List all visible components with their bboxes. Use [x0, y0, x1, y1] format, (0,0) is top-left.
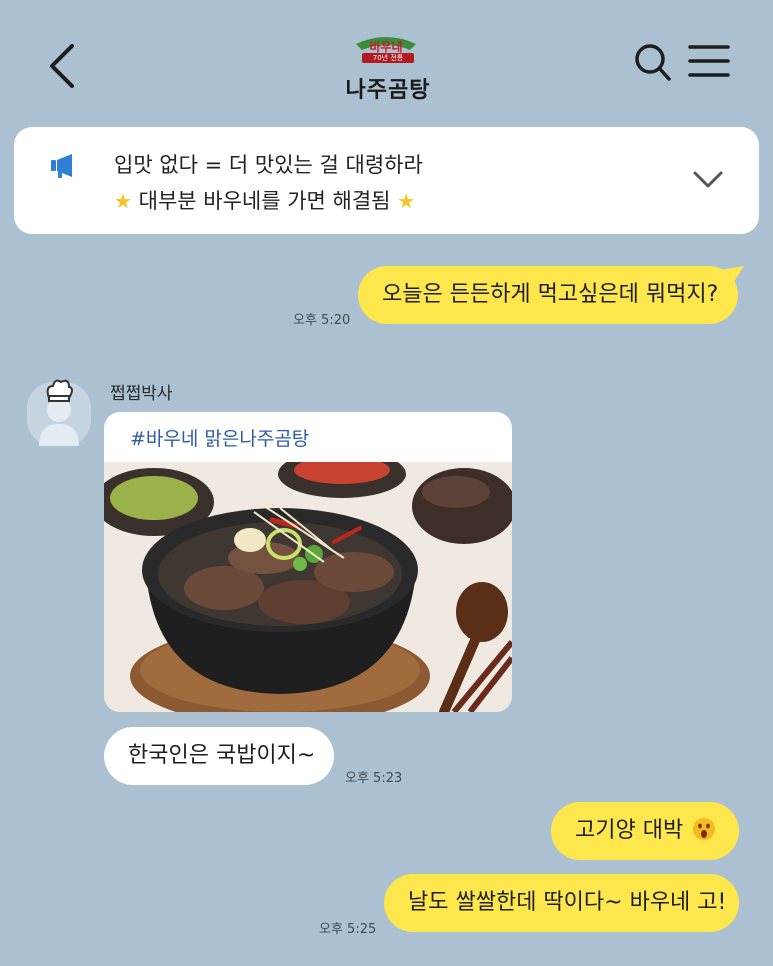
message-time: 오후 5:25	[319, 922, 377, 937]
card-hashtag[interactable]: #바우네 맑은나주곰탕	[130, 424, 309, 451]
message-time: 오후 5:20	[293, 313, 351, 328]
search-button[interactable]	[634, 42, 672, 82]
message-text: 고기양 대박	[575, 818, 684, 843]
search-icon	[635, 44, 671, 81]
logo-badge: 70년 전통	[362, 53, 414, 63]
menu-button[interactable]	[688, 44, 730, 78]
my-message-bubble[interactable]: 고기양 대박	[551, 802, 739, 860]
hamburger-menu-icon	[688, 45, 730, 77]
brand-logo: 바우네 70년 전통 나주곰탕	[336, 34, 440, 103]
notice-line-2: ★ 대부분 바우네를 가면 해결됨 ★	[114, 185, 415, 215]
back-button[interactable]	[44, 42, 84, 90]
avatar[interactable]	[27, 378, 91, 446]
chef-profile-icon	[27, 379, 91, 446]
sender-name: 쩝쩝박사	[110, 384, 173, 404]
star-icon: ★	[397, 189, 416, 213]
notice-line-2-text: 대부분 바우네를 가면 해결됨	[138, 189, 391, 213]
their-message-bubble[interactable]: 한국인은 국밥이지~	[104, 727, 334, 785]
chevron-down-icon[interactable]	[692, 169, 724, 191]
my-message-bubble[interactable]: 오늘은 든든하게 먹고싶은데 뭐먹지?	[358, 266, 738, 324]
notice-banner[interactable]: 입맛 없다 = 더 맛있는 걸 대령하라 ★ 대부분 바우네를 가면 해결됨 ★	[14, 127, 759, 234]
shared-image-card[interactable]: #바우네 맑은나주곰탕	[104, 412, 512, 712]
chevron-left-icon	[50, 44, 74, 88]
my-message-bubble[interactable]: 날도 쌀쌀한데 딱이다~ 바우네 고!	[384, 874, 739, 932]
gomtang-food-photo	[104, 462, 512, 712]
megaphone-icon	[51, 154, 72, 178]
star-icon: ★	[114, 189, 132, 213]
surprised-face-emoji-icon	[693, 818, 716, 840]
notice-line-1: 입맛 없다 = 더 맛있는 걸 대령하라	[114, 153, 423, 177]
logo-name: 나주곰탕	[345, 77, 431, 103]
message-time: 오후 5:23	[345, 771, 403, 786]
